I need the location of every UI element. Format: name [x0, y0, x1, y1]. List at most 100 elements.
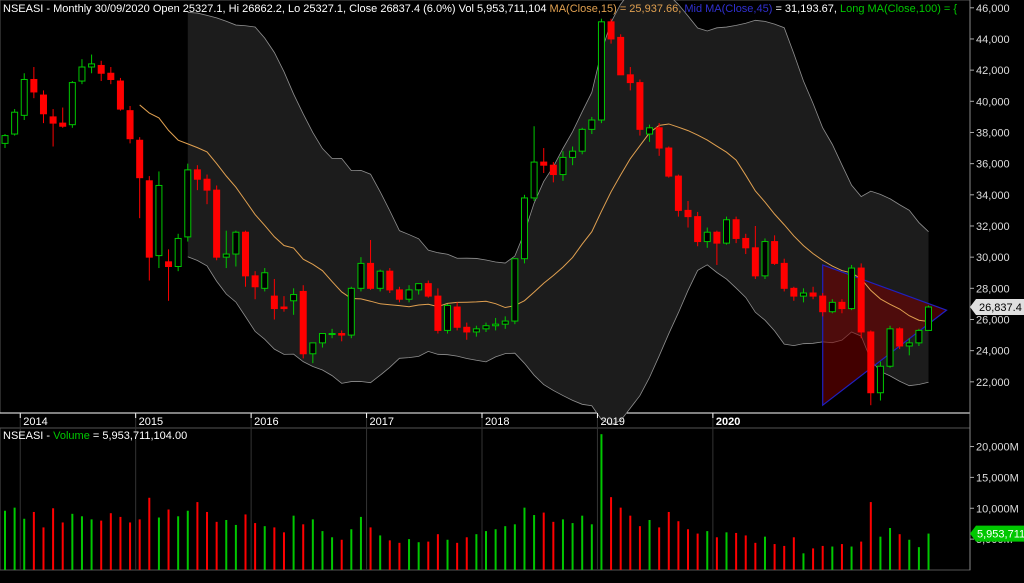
- volume-bar: [417, 542, 420, 570]
- volume-bar: [321, 531, 324, 570]
- candle-body: [848, 267, 856, 310]
- candle-body: [59, 122, 67, 127]
- candle-body: [347, 287, 355, 336]
- price-tick-label: 42,000: [976, 65, 1010, 77]
- volume-bar: [658, 527, 661, 570]
- stock-chart[interactable]: 2014 2015 2016 2017 2018 2019 2020 22,000 24,000…: [0, 0, 1024, 583]
- volume-bar: [648, 519, 651, 570]
- volume-bar: [331, 537, 334, 570]
- candle-body: [155, 184, 163, 257]
- candle-body: [434, 295, 442, 331]
- volume-bar: [177, 516, 180, 570]
- candle-body: [780, 262, 788, 289]
- candle-body: [549, 164, 557, 176]
- candle-body: [415, 283, 423, 291]
- volume-header-value: = 5,953,711,104.00: [89, 430, 188, 442]
- candle-body: [626, 74, 634, 84]
- last-price-label: 26,837.4: [979, 302, 1022, 314]
- volume-bar: [234, 524, 237, 570]
- candle-body: [703, 231, 711, 243]
- price-tick-label: 30,000: [976, 252, 1010, 264]
- candle-body: [896, 328, 904, 347]
- candle-body: [684, 209, 692, 218]
- volume-bar: [783, 545, 786, 570]
- volume-bar: [129, 522, 132, 570]
- volume-bar: [629, 515, 632, 570]
- header-symbol: NSEASI: [3, 3, 44, 15]
- candle-body: [405, 289, 413, 300]
- volume-bar: [610, 497, 613, 570]
- candle-body: [261, 272, 269, 289]
- volume-tick-label: 15,000M: [976, 472, 1019, 484]
- candle-body: [819, 295, 827, 313]
- header-ma45: Mid MA(Close,45): [684, 3, 773, 15]
- volume-bar: [590, 524, 593, 570]
- candle-body: [376, 270, 384, 289]
- candle-body: [588, 119, 596, 130]
- candle-body: [886, 328, 894, 367]
- candle-body: [857, 267, 865, 333]
- x-label-2020: 2020: [716, 416, 740, 428]
- x-label-2019: 2019: [600, 416, 624, 428]
- price-tick-label: 46,000: [976, 3, 1010, 15]
- volume-bar: [13, 507, 16, 570]
- volume-bar: [581, 515, 584, 570]
- candle-body: [617, 36, 625, 76]
- price-tick-label: 24,000: [976, 346, 1010, 358]
- volume-bar: [436, 534, 439, 570]
- x-label-2018: 2018: [485, 416, 509, 428]
- candle-body: [395, 289, 403, 300]
- candle-body: [338, 333, 346, 336]
- price-tick-label: 32,000: [976, 221, 1010, 233]
- volume-bar: [542, 512, 545, 570]
- candle-body: [799, 292, 807, 297]
- candle-body: [790, 287, 798, 297]
- volume-bar: [831, 546, 834, 570]
- volume-bar: [427, 541, 430, 570]
- volume-bar: [860, 541, 863, 570]
- candle-body: [242, 231, 249, 277]
- volume-bar: [754, 542, 757, 570]
- candle-body: [569, 150, 577, 158]
- volume-bar: [850, 546, 853, 570]
- volume-tick-label: 20,000M: [976, 442, 1019, 454]
- price-pane-header: NSEASI - Monthly 30/09/2020 Open 25327.1…: [3, 3, 957, 15]
- price-tick-label: 36,000: [976, 159, 1010, 171]
- volume-bar: [109, 513, 112, 570]
- volume-bar: [687, 529, 690, 570]
- candle-body: [444, 304, 452, 331]
- volume-bar: [282, 532, 285, 570]
- candle-body: [501, 320, 509, 325]
- candle-body: [193, 169, 201, 180]
- volume-bar: [369, 527, 372, 570]
- candle-body: [472, 328, 480, 333]
- candle-body: [463, 326, 471, 333]
- candle-body: [607, 21, 615, 40]
- candle-body: [915, 329, 923, 344]
- price-tick-label: 38,000: [976, 127, 1010, 139]
- candle-body: [732, 219, 740, 239]
- candle-body: [318, 333, 326, 344]
- candle-body: [655, 127, 663, 149]
- volume-bar: [821, 545, 824, 570]
- volume-bar: [32, 511, 35, 570]
- volume-bar: [359, 516, 362, 570]
- volume-bar: [908, 539, 911, 570]
- volume-bar: [840, 544, 843, 570]
- candle-body: [299, 290, 307, 355]
- candle-body: [30, 78, 38, 93]
- volume-bar: [311, 519, 314, 570]
- price-tick-label: 40,000: [976, 96, 1010, 108]
- candle-body: [136, 139, 144, 179]
- candle-body: [184, 169, 192, 238]
- volume-bar: [398, 542, 401, 570]
- volume-bar: [475, 534, 478, 570]
- volume-bar: [898, 534, 901, 570]
- volume-bar: [927, 533, 930, 570]
- volume-tick-label: 10,000M: [976, 503, 1019, 515]
- volume-bar: [465, 537, 468, 570]
- volume-bar: [561, 519, 564, 570]
- volume-bar: [52, 508, 55, 570]
- candle-body: [1, 135, 9, 144]
- volume-bar: [917, 547, 920, 570]
